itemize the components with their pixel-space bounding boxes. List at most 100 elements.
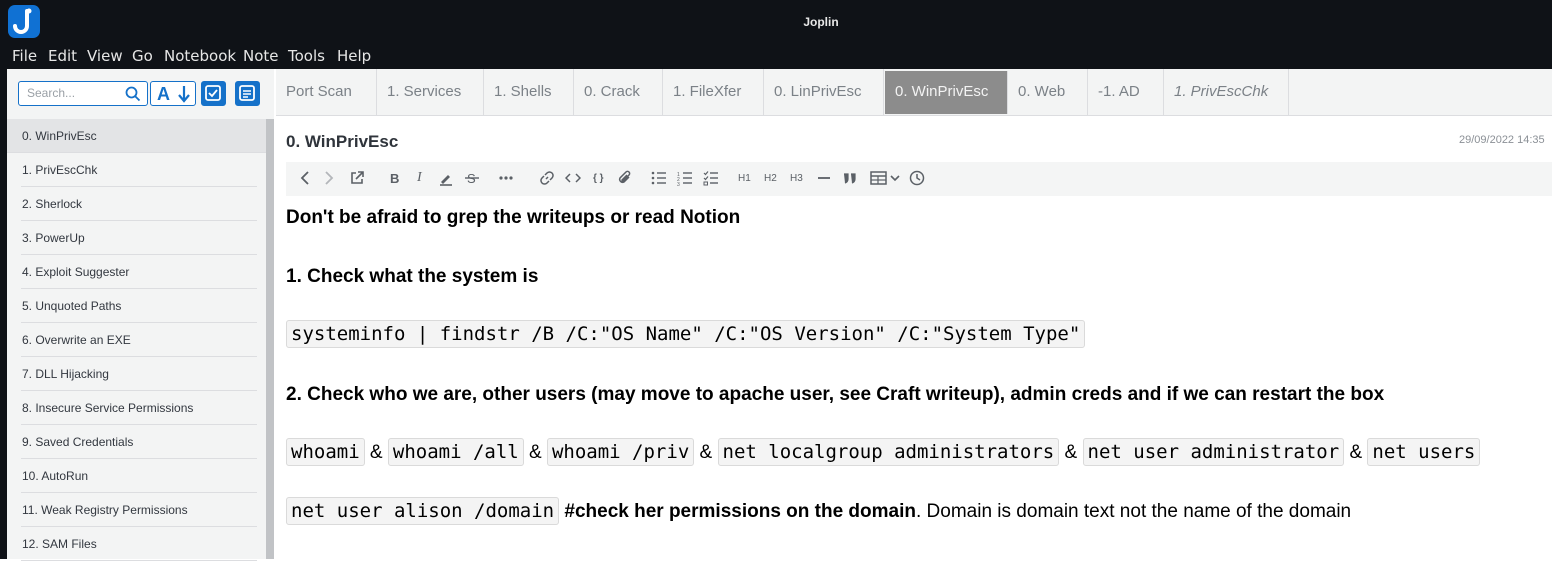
note-list-scrollbar[interactable] [266, 119, 274, 559]
note-item[interactable]: 11. Weak Registry Permissions [7, 493, 267, 527]
tab-filexfer[interactable]: 1. FileXfer [663, 69, 764, 115]
note-item[interactable]: 4. Exploit Suggester [7, 255, 267, 289]
menu-note[interactable]: Note [243, 47, 279, 65]
numbered-list-icon[interactable]: 123 [677, 170, 693, 186]
note-title: 10. AutoRun [22, 469, 89, 483]
note-date: 29/09/2022 14:35 [1459, 134, 1545, 146]
note-item[interactable]: 7. DLL Hijacking [7, 357, 267, 391]
note-item[interactable]: 5. Unquoted Paths [7, 289, 267, 323]
heading2-button[interactable]: H2 [764, 173, 777, 184]
note-item[interactable]: 2. Sherlock [7, 187, 267, 221]
tab-web[interactable]: 0. Web [1008, 69, 1088, 115]
note-title: 5. Unquoted Paths [22, 299, 122, 313]
heading-step-1: 1. Check what the system is [286, 266, 539, 287]
note-list-panel: Search... A 0. WinPrivEsc 1. PrivEscChk … [0, 69, 274, 561]
chevron-down-icon[interactable] [889, 170, 901, 186]
tab-crack[interactable]: 0. Crack [574, 69, 663, 115]
external-edit-icon[interactable] [349, 170, 365, 186]
note-title-heading[interactable]: 0. WinPrivEsc [286, 132, 398, 152]
note-item[interactable]: 1. PrivEscChk [7, 153, 267, 187]
tab-ad[interactable]: -1. AD [1088, 69, 1164, 115]
new-todo-button[interactable] [201, 81, 226, 106]
forward-icon[interactable] [322, 170, 336, 186]
note-item-selected[interactable]: 0. WinPrivEsc [7, 119, 267, 153]
note-title: 8. Insecure Service Permissions [22, 401, 194, 415]
italic-icon[interactable]: I [417, 170, 422, 186]
tab-services[interactable]: 1. Services [377, 69, 484, 115]
command-line: whoami & whoami /all & whoami /priv & ne… [286, 438, 1481, 466]
note-title: 9. Saved Credentials [22, 435, 134, 449]
plain-comment: . Domain is domain text not the name of … [916, 501, 1352, 522]
note-title: 7. DLL Hijacking [22, 367, 109, 381]
tab-privescchk[interactable]: 1. PrivEscChk [1164, 69, 1289, 115]
window-title: Joplin [803, 15, 839, 29]
domain-line: net user alison /domain #check her permi… [286, 497, 1352, 525]
note-item[interactable]: 3. PowerUp [7, 221, 267, 255]
new-note-button[interactable] [235, 81, 260, 106]
menu-bar: File Edit View Go Notebook Note Tools He… [0, 44, 1552, 69]
menu-notebook[interactable]: Notebook [164, 47, 236, 65]
tab-port-scan[interactable]: Port Scan [276, 69, 377, 115]
note-title: 0. WinPrivEsc [22, 129, 97, 143]
horizontal-rule-icon[interactable] [816, 170, 832, 186]
highlight-icon[interactable] [438, 170, 454, 186]
link-icon[interactable] [539, 170, 555, 186]
menu-tools[interactable]: Tools [288, 47, 325, 65]
paragraph: Don't be afraid to grep the writeups or … [286, 207, 741, 228]
note-icon [239, 85, 255, 101]
menu-file[interactable]: File [12, 47, 37, 65]
menu-edit[interactable]: Edit [48, 47, 77, 65]
bullet-list-icon[interactable] [651, 170, 667, 186]
menu-view[interactable]: View [87, 47, 123, 65]
code-net-users: net users [1367, 438, 1481, 466]
clock-icon[interactable] [909, 170, 925, 186]
tab-linprivesc[interactable]: 0. LinPrivEsc [764, 69, 884, 115]
attachment-icon[interactable] [617, 170, 633, 186]
back-icon[interactable] [298, 170, 312, 186]
code-block-icon[interactable]: { } [593, 173, 604, 184]
sort-order-button[interactable]: A [150, 81, 196, 106]
sort-alpha-icon: A [157, 84, 190, 104]
menu-go[interactable]: Go [132, 47, 153, 65]
note-title: 2. Sherlock [22, 197, 83, 211]
title-bar: Joplin [0, 0, 1552, 44]
note-title: 1. PrivEscChk [22, 163, 98, 177]
note-editor: 0. WinPrivEsc 29/09/2022 14:35 B I S { }… [276, 117, 1552, 559]
checklist-icon[interactable] [703, 170, 719, 186]
note-item[interactable]: 12. SAM Files [7, 527, 267, 561]
table-icon[interactable] [870, 170, 888, 186]
blockquote-icon[interactable] [842, 170, 858, 186]
note-item[interactable]: 10. AutoRun [7, 459, 267, 493]
search-input[interactable]: Search... [27, 86, 75, 100]
menu-help[interactable]: Help [337, 47, 371, 65]
search-icon[interactable] [125, 86, 141, 102]
note-title: 4. Exploit Suggester [22, 265, 130, 279]
heading3-button[interactable]: H3 [790, 173, 803, 184]
note-title: 12. SAM Files [22, 537, 97, 551]
heading-step-2: 2. Check who we are, other users (may mo… [286, 384, 1385, 405]
note-title: 3. PowerUp [22, 231, 85, 245]
code-whoami-all: whoami /all [387, 438, 524, 466]
note-item[interactable]: 8. Insecure Service Permissions [7, 391, 267, 425]
bold-icon[interactable]: B [390, 171, 399, 186]
note-item[interactable]: 9. Saved Credentials [7, 425, 267, 459]
note-item[interactable]: 6. Overwrite an EXE [7, 323, 267, 357]
heading1-button[interactable]: H1 [738, 173, 751, 184]
checkbox-icon [205, 85, 221, 101]
editor-toolbar: B I S { } 123 H1 H2 H3 [286, 162, 1552, 196]
note-title: 6. Overwrite an EXE [22, 333, 131, 347]
code-net-user-admin: net user administrator [1082, 438, 1345, 466]
search-box[interactable]: Search... [18, 81, 148, 106]
tab-winprivesc-active[interactable]: 0. WinPrivEsc [885, 71, 1008, 114]
svg-text:3: 3 [677, 182, 680, 186]
code-net-localgroup: net localgroup administrators [717, 438, 1060, 466]
strikethrough-icon[interactable]: S [464, 170, 480, 186]
note-list: 0. WinPrivEsc 1. PrivEscChk 2. Sherlock … [7, 119, 267, 561]
code-whoami: whoami [286, 438, 365, 466]
more-icon[interactable] [498, 170, 514, 186]
code-whoami-priv: whoami /priv [546, 438, 695, 466]
tab-shells[interactable]: 1. Shells [484, 69, 574, 115]
note-title: 11. Weak Registry Permissions [22, 503, 188, 517]
code-net-user-alison: net user alison /domain [286, 497, 560, 525]
inline-code-icon[interactable] [565, 170, 581, 186]
